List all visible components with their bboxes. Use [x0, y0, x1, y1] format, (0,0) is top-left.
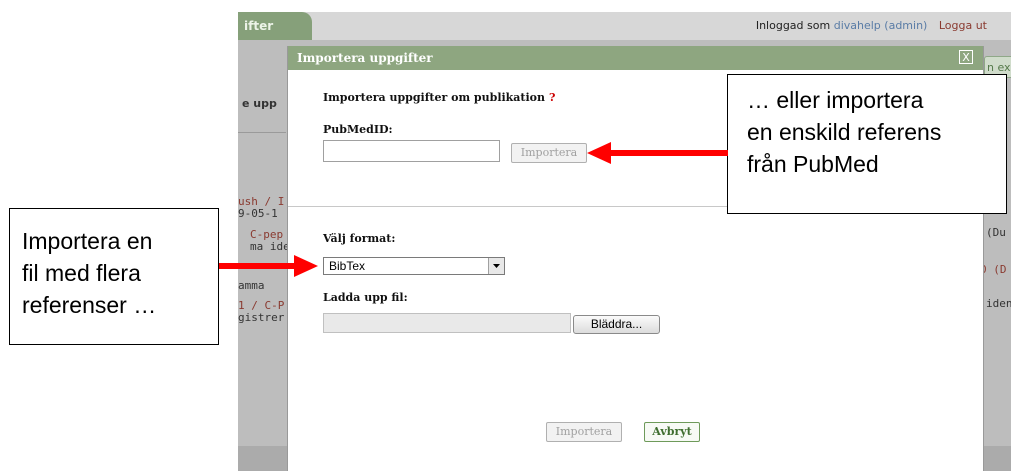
side-heading: e upp [242, 97, 277, 110]
bg-right-0: (Du [986, 226, 1006, 239]
callout-pubmed: … eller importera en enskild referens fr… [727, 74, 1007, 214]
dialog-titlebar: Importera uppgifter X [288, 46, 983, 70]
section-heading: Importera uppgifter om publikation? [323, 91, 555, 104]
callout-file: Importera en fil med flera referenser … [9, 208, 219, 345]
callout-right-line-2: en enskild referens [747, 119, 942, 145]
cancel-button[interactable]: Avbryt [644, 422, 700, 442]
pubmed-label: PubMedID: [323, 123, 393, 136]
bg-row-2-line2: amma [238, 279, 265, 292]
chevron-down-icon[interactable] [488, 258, 504, 274]
callout-right-line-1: … eller importera [747, 87, 924, 113]
file-path-input[interactable] [323, 313, 571, 333]
bg-row-1-line2: ma ide [250, 240, 290, 253]
callout-right-line-3: från PubMed [747, 151, 879, 177]
pubmed-id-input[interactable] [323, 140, 500, 162]
import-button[interactable]: Importera [546, 422, 622, 442]
bg-row-0-line2: 9-05-1 [238, 207, 278, 220]
pubmed-import-button[interactable]: Importera [511, 143, 587, 163]
format-label: Välj format: [323, 232, 396, 245]
section-heading-text: Importera uppgifter om publikation [323, 91, 546, 104]
close-icon[interactable]: X [959, 50, 973, 64]
arrow-left-icon [587, 142, 728, 164]
format-selected-value: BibTex [329, 259, 366, 273]
upload-label: Ladda upp fil: [323, 291, 408, 304]
bg-row-3-line2: gistrer [238, 311, 285, 324]
callout-left-line-2: fil med flera [22, 260, 141, 286]
app-tab[interactable]: ifter [238, 12, 312, 40]
logout-link[interactable]: Logga ut [939, 19, 987, 32]
callout-left-line-1: Importera en [22, 228, 153, 254]
bg-right-2: iden [986, 297, 1011, 310]
browse-button[interactable]: Bläddra... [573, 315, 660, 334]
help-icon[interactable]: ? [549, 91, 555, 104]
format-select[interactable]: BibTex [323, 257, 505, 275]
divider [238, 132, 286, 133]
login-info: Inloggad som divahelp (admin) Logga ut [756, 12, 987, 40]
login-user-link[interactable]: divahelp (admin) [834, 19, 928, 32]
arrow-right-icon [219, 255, 318, 277]
login-prefix: Inloggad som [755, 19, 831, 32]
callout-left-line-3: referenser … [22, 292, 157, 318]
dialog-title: Importera uppgifter [297, 51, 433, 65]
